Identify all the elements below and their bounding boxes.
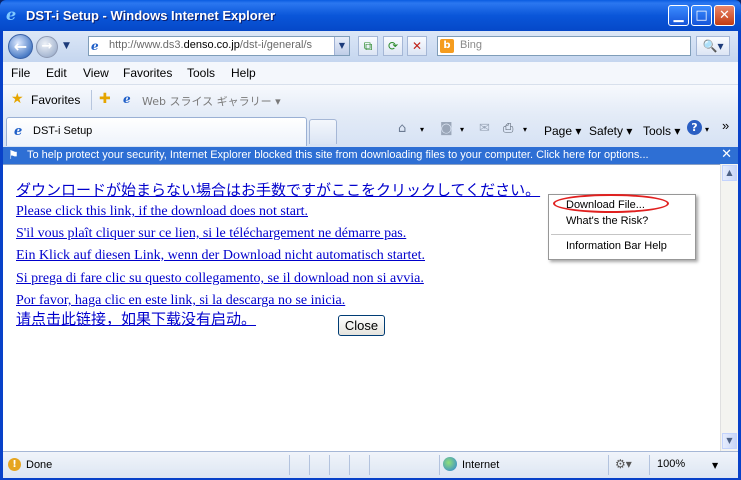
print-dropdown-icon[interactable]: ▾ <box>523 125 527 134</box>
print-icon[interactable]: ⎙ <box>503 121 513 136</box>
stop-button[interactable]: ✕ <box>407 36 427 56</box>
download-link-english[interactable]: Please click this link, if the download … <box>16 204 308 220</box>
favorites-button[interactable]: Favorites <box>31 93 80 107</box>
internet-zone-globe-icon <box>443 457 457 471</box>
download-link-french[interactable]: S'il vous plaît cliquer sur ce lien, si … <box>16 226 406 242</box>
status-divider <box>649 455 650 475</box>
ie-logo-icon: e <box>6 5 17 24</box>
tools-menu[interactable]: Tools ▾ <box>643 124 680 138</box>
tab-label: DST-i Setup <box>33 125 93 137</box>
home-dropdown-icon[interactable]: ▾ <box>420 125 424 134</box>
safety-menu[interactable]: Safety ▾ <box>589 124 632 138</box>
feeds-dropdown-icon[interactable]: ▾ <box>460 125 464 134</box>
information-bar[interactable]: ⚑ To help protect your security, Interne… <box>3 147 738 164</box>
information-bar-menu: Download File... What's the Risk? Inform… <box>548 194 696 260</box>
status-text: Done <box>26 459 53 471</box>
forward-button[interactable]: → <box>36 36 58 58</box>
url-domain: denso.co.jp <box>183 39 240 51</box>
highlight-oval <box>553 194 669 213</box>
ie-window: e DST-i Setup - Windows Internet Explore… <box>0 0 741 480</box>
menu-item-information-bar-help[interactable]: Information Bar Help <box>566 240 667 252</box>
help-dropdown-icon[interactable]: ▾ <box>705 125 709 134</box>
refresh-button[interactable]: ⟳ <box>383 36 403 56</box>
back-button[interactable]: ← <box>8 34 33 59</box>
status-divider <box>349 455 350 475</box>
protected-mode-icon[interactable]: ⚙▾ <box>615 457 632 471</box>
tab-dst-i-setup[interactable]: e DST-i Setup <box>6 117 307 146</box>
window-title: DST-i Setup - Windows Internet Explorer <box>26 8 276 23</box>
tab-bar: e DST-i Setup ⌂ ▾ ◙ ▾ ✉ ⎙ ▾ Page ▾ Safet… <box>3 115 738 147</box>
address-url[interactable]: http://www.ds3.denso.co.jp/dst-i/general… <box>109 39 331 51</box>
maximize-button[interactable]: □ <box>691 5 712 26</box>
url-suffix: /dst-i/general/s <box>239 39 313 51</box>
home-icon[interactable]: ⌂ <box>398 121 406 136</box>
menu-edit[interactable]: Edit <box>46 66 67 80</box>
status-warning-icon: ! <box>8 458 21 471</box>
minimize-button[interactable]: ▁ <box>668 5 689 26</box>
status-bar: ! Done Internet ⚙▾ 100% ▼ <box>3 451 738 478</box>
tab-page-icon: e <box>14 124 23 139</box>
menu-tools[interactable]: Tools <box>187 66 215 80</box>
menu-favorites[interactable]: Favorites <box>123 66 172 80</box>
browser-client: ← → ▼ e http://www.ds3.denso.co.jp/dst-i… <box>3 31 738 478</box>
vertical-scrollbar[interactable]: ▲ ▼ <box>720 164 738 451</box>
info-bar-close-icon[interactable]: ✕ <box>721 147 732 162</box>
web-slice-icon: e <box>123 92 131 106</box>
status-divider <box>439 455 440 475</box>
feeds-icon[interactable]: ◙ <box>440 121 453 136</box>
favorites-star-icon[interactable]: ★ <box>11 92 24 106</box>
add-to-favorites-bar-icon[interactable]: ✚ <box>99 92 111 106</box>
status-divider <box>329 455 330 475</box>
zoom-dropdown-icon[interactable]: ▼ <box>712 461 718 470</box>
menu-file[interactable]: File <box>11 66 30 80</box>
status-divider <box>289 455 290 475</box>
command-overflow-icon[interactable]: » <box>722 118 729 133</box>
download-link-italian[interactable]: Si prega di fare clic su questo collegam… <box>16 271 424 287</box>
close-button[interactable]: Close <box>338 315 385 336</box>
security-zone-label[interactable]: Internet <box>462 459 499 471</box>
compatibility-view-button[interactable]: ⧉ <box>358 36 378 56</box>
download-link-german[interactable]: Ein Klick auf diesen Link, wenn der Down… <box>16 248 425 264</box>
status-divider <box>309 455 310 475</box>
menu-help[interactable]: Help <box>231 66 256 80</box>
help-icon[interactable]: ? <box>687 120 702 135</box>
recent-pages-dropdown-icon[interactable]: ▼ <box>63 41 70 51</box>
zoom-level[interactable]: 100% <box>657 458 685 470</box>
title-bar: e DST-i Setup - Windows Internet Explore… <box>0 0 741 31</box>
information-bar-message[interactable]: To help protect your security, Internet … <box>27 149 649 161</box>
menu-view[interactable]: View <box>83 66 109 80</box>
page-icon: e <box>91 39 99 53</box>
new-tab-button[interactable] <box>309 119 337 144</box>
web-slice-gallery-link[interactable]: Web スライス ギャラリー ▾ <box>142 93 281 109</box>
favorites-separator <box>91 90 92 110</box>
bing-icon: b <box>440 39 454 53</box>
url-prefix: http://www.ds3. <box>109 39 184 51</box>
download-link-chinese[interactable]: 请点击此链接，如果下载没有启动。 <box>16 308 256 329</box>
status-divider <box>369 455 370 475</box>
search-placeholder: Bing <box>460 39 483 51</box>
download-link-spanish[interactable]: Por favor, haga clic en este link, si la… <box>16 293 345 309</box>
menu-item-whats-the-risk[interactable]: What's the Risk? <box>566 215 648 227</box>
info-bar-shield-icon: ⚑ <box>8 148 19 162</box>
scroll-down-arrow-icon[interactable]: ▼ <box>722 433 737 449</box>
page-menu[interactable]: Page ▾ <box>544 124 581 138</box>
menu-separator <box>551 234 691 235</box>
status-divider <box>608 455 609 475</box>
close-window-button[interactable]: ✕ <box>714 5 735 26</box>
address-toolbar: ← → ▼ e http://www.ds3.denso.co.jp/dst-i… <box>3 31 738 62</box>
search-box[interactable]: b Bing <box>437 36 691 56</box>
address-dropdown-icon[interactable]: ▼ <box>334 37 349 55</box>
read-mail-icon[interactable]: ✉ <box>479 121 490 136</box>
search-button[interactable]: 🔍▾ <box>696 36 730 56</box>
download-link-japanese[interactable]: ダウンロードが始まらない場合はお手数ですがここをクリックしてください。 <box>16 179 540 200</box>
address-bar[interactable]: e http://www.ds3.denso.co.jp/dst-i/gener… <box>88 36 350 56</box>
favorites-bar: ★ Favorites ✚ e Web スライス ギャラリー ▾ <box>3 85 738 115</box>
scroll-up-arrow-icon[interactable]: ▲ <box>722 165 737 181</box>
menu-bar: File Edit View Favorites Tools Help <box>3 62 738 85</box>
